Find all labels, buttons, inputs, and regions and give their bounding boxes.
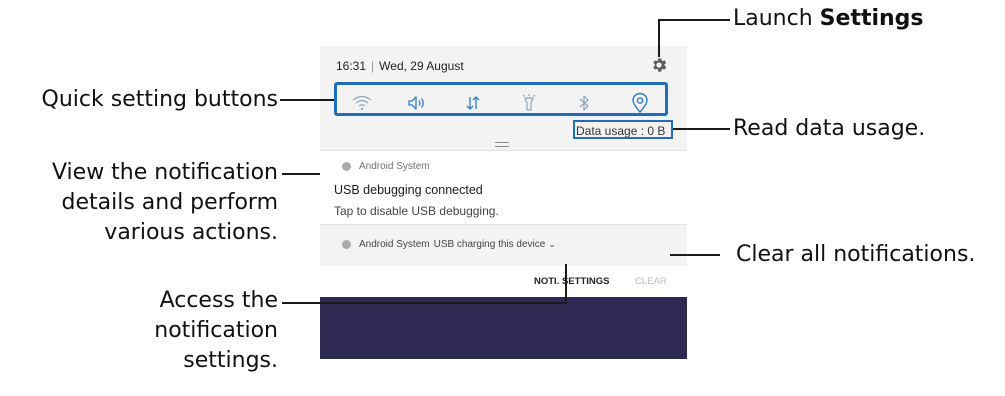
notification-card[interactable]: Android System USB debugging connected T…	[320, 150, 687, 223]
notification-title: USB debugging connected	[334, 183, 483, 197]
notification-app-row: Android System	[342, 161, 430, 172]
noti-settings-leader-horizontal	[282, 302, 567, 304]
access-settings-line1: Access the	[159, 288, 278, 313]
settings-word: Settings	[819, 6, 924, 31]
access-settings-line3: settings.	[183, 348, 278, 373]
read-data-usage-callout: Read data usage.	[733, 116, 926, 141]
status-clock: 16:31 | Wed, 29 August	[336, 59, 464, 73]
noti-settings-leader-vertical	[565, 264, 567, 304]
clear-all-callout: Clear all notifications.	[736, 242, 976, 267]
noti-settings-button[interactable]: NOTI. SETTINGS	[534, 276, 609, 287]
access-settings-line2: notification	[154, 318, 278, 343]
home-wallpaper	[320, 297, 687, 359]
quick-settings-highlight	[334, 82, 668, 116]
app-icon	[342, 162, 351, 171]
time-date-separator: |	[371, 59, 375, 73]
notification-leader	[282, 173, 320, 175]
app-icon	[342, 240, 351, 249]
clear-button[interactable]: CLEAR	[635, 276, 667, 287]
launch-settings-callout: Launch Settings	[733, 4, 924, 34]
notification-text: Tap to disable USB debugging.	[334, 204, 499, 218]
view-details-callout: View the notification details and perfor…	[52, 158, 278, 248]
notification-summary: USB charging this device	[433, 239, 546, 250]
gear-icon[interactable]	[650, 56, 668, 74]
notification-card-collapsed[interactable]: Android System USB charging this device …	[320, 224, 687, 267]
data-usage-leader	[673, 128, 730, 130]
notification-app-name: Android System	[359, 239, 430, 250]
drag-handle[interactable]	[495, 142, 509, 147]
view-details-line2: details and perform	[61, 190, 278, 215]
view-details-line1: View the notification	[51, 160, 278, 185]
clear-leader	[670, 254, 720, 256]
settings-leader-horizontal	[658, 19, 730, 21]
settings-leader-vertical	[658, 19, 660, 57]
chevron-down-icon[interactable]: ⌄	[548, 239, 556, 250]
quick-setting-buttons-callout: Quick setting buttons	[41, 87, 279, 112]
notification-actions-bar: NOTI. SETTINGS CLEAR	[320, 266, 687, 297]
date: Wed, 29 August	[379, 59, 464, 73]
time: 16:31	[336, 59, 367, 73]
quick-settings-leader	[280, 99, 334, 101]
notification-app-name: Android System	[359, 161, 430, 172]
launch-settings-prefix: Launch	[733, 6, 820, 31]
notification-app-row: Android System USB charging this device …	[342, 239, 556, 250]
data-usage-highlight	[573, 120, 673, 139]
view-details-line3: various actions.	[104, 220, 278, 245]
access-settings-callout: Access the notification settings.	[154, 286, 278, 376]
